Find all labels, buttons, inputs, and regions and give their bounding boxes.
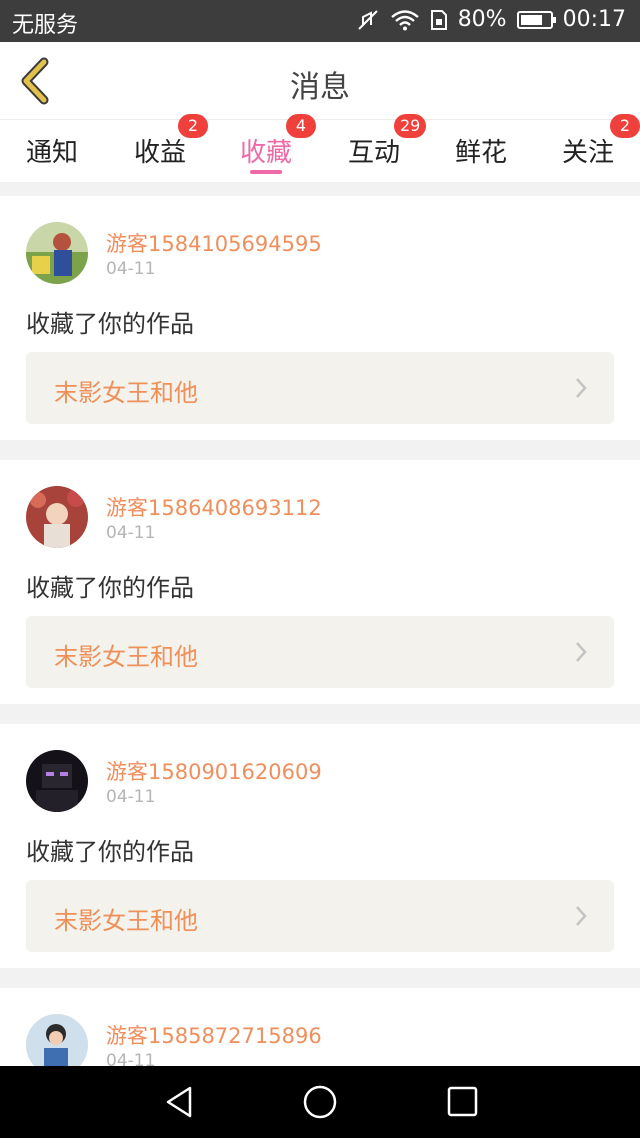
avatar[interactable] bbox=[26, 486, 88, 548]
username[interactable]: 游客1586408693112 bbox=[106, 492, 322, 522]
tab-label: 收藏 bbox=[239, 138, 292, 168]
status-bar: 无服务 80% 00:17 bbox=[0, 0, 640, 42]
tab-label: 关注 bbox=[561, 138, 614, 168]
tab-interactions[interactable]: 互动 29 bbox=[324, 114, 427, 182]
recents-square-icon[interactable] bbox=[442, 1084, 482, 1120]
list-item: 游客1586408693112 04-11 收藏了你的作品 末影女王和他 bbox=[0, 460, 640, 704]
chevron-right-icon bbox=[574, 904, 588, 932]
app-header: 消息 bbox=[0, 42, 640, 120]
system-nav-bar bbox=[0, 1066, 640, 1138]
tab-earnings[interactable]: 收益 2 bbox=[110, 114, 210, 182]
activity-text: 收藏了你的作品 bbox=[26, 574, 194, 602]
work-title: 末影女王和他 bbox=[54, 907, 198, 935]
wifi-icon bbox=[390, 9, 420, 31]
home-circle-icon[interactable] bbox=[300, 1084, 340, 1120]
list-item: 游客1580901620609 04-11 收藏了你的作品 末影女王和他 bbox=[0, 724, 640, 968]
tab-favorites[interactable]: 收藏 4 bbox=[216, 114, 316, 182]
carrier-text: 无服务 bbox=[12, 13, 79, 38]
back-triangle-icon[interactable] bbox=[160, 1084, 200, 1120]
work-link[interactable]: 末影女王和他 bbox=[26, 880, 614, 952]
badge-count: 29 bbox=[394, 114, 427, 138]
chevron-right-icon bbox=[574, 640, 588, 668]
avatar[interactable] bbox=[26, 222, 88, 284]
username[interactable]: 游客1585872715896 bbox=[106, 1020, 322, 1050]
tab-label: 鲜花 bbox=[454, 138, 507, 168]
battery-icon bbox=[516, 10, 556, 29]
badge-count: 2 bbox=[178, 114, 208, 138]
battery-percent: 80% bbox=[457, 7, 507, 32]
tab-label: 收益 bbox=[133, 138, 186, 168]
tab-bar: 通知 收益 2 收藏 4 互动 29 鲜花 关注 2 bbox=[0, 114, 640, 182]
tab-notifications[interactable]: 通知 bbox=[2, 120, 102, 182]
timestamp: 04-11 bbox=[106, 259, 156, 279]
timestamp: 04-11 bbox=[106, 787, 156, 807]
sim-icon bbox=[430, 9, 448, 31]
avatar[interactable] bbox=[26, 750, 88, 812]
work-title: 末影女王和他 bbox=[54, 643, 198, 671]
tab-flowers[interactable]: 鲜花 bbox=[431, 120, 531, 182]
work-link[interactable]: 末影女王和他 bbox=[26, 352, 614, 424]
list-item: 游客1584105694595 04-11 收藏了你的作品 末影女王和他 bbox=[0, 196, 640, 440]
chevron-right-icon bbox=[574, 376, 588, 404]
tab-label: 通知 bbox=[25, 138, 78, 168]
work-title: 末影女王和他 bbox=[54, 379, 198, 407]
page-title: 消息 bbox=[290, 70, 350, 105]
active-tab-indicator bbox=[250, 170, 282, 174]
tab-label: 互动 bbox=[347, 138, 400, 168]
activity-text: 收藏了你的作品 bbox=[26, 838, 194, 866]
activity-text: 收藏了你的作品 bbox=[26, 310, 194, 338]
work-link[interactable]: 末影女王和他 bbox=[26, 616, 614, 688]
battery-fill bbox=[520, 14, 543, 25]
mute-icon bbox=[356, 8, 380, 32]
username[interactable]: 游客1580901620609 bbox=[106, 756, 322, 786]
badge-count: 2 bbox=[610, 114, 640, 138]
clock: 00:17 bbox=[562, 7, 626, 32]
timestamp: 04-11 bbox=[106, 523, 156, 543]
username[interactable]: 游客1584105694595 bbox=[106, 228, 322, 258]
tab-follows[interactable]: 关注 2 bbox=[538, 114, 640, 182]
badge-count: 4 bbox=[286, 114, 316, 138]
